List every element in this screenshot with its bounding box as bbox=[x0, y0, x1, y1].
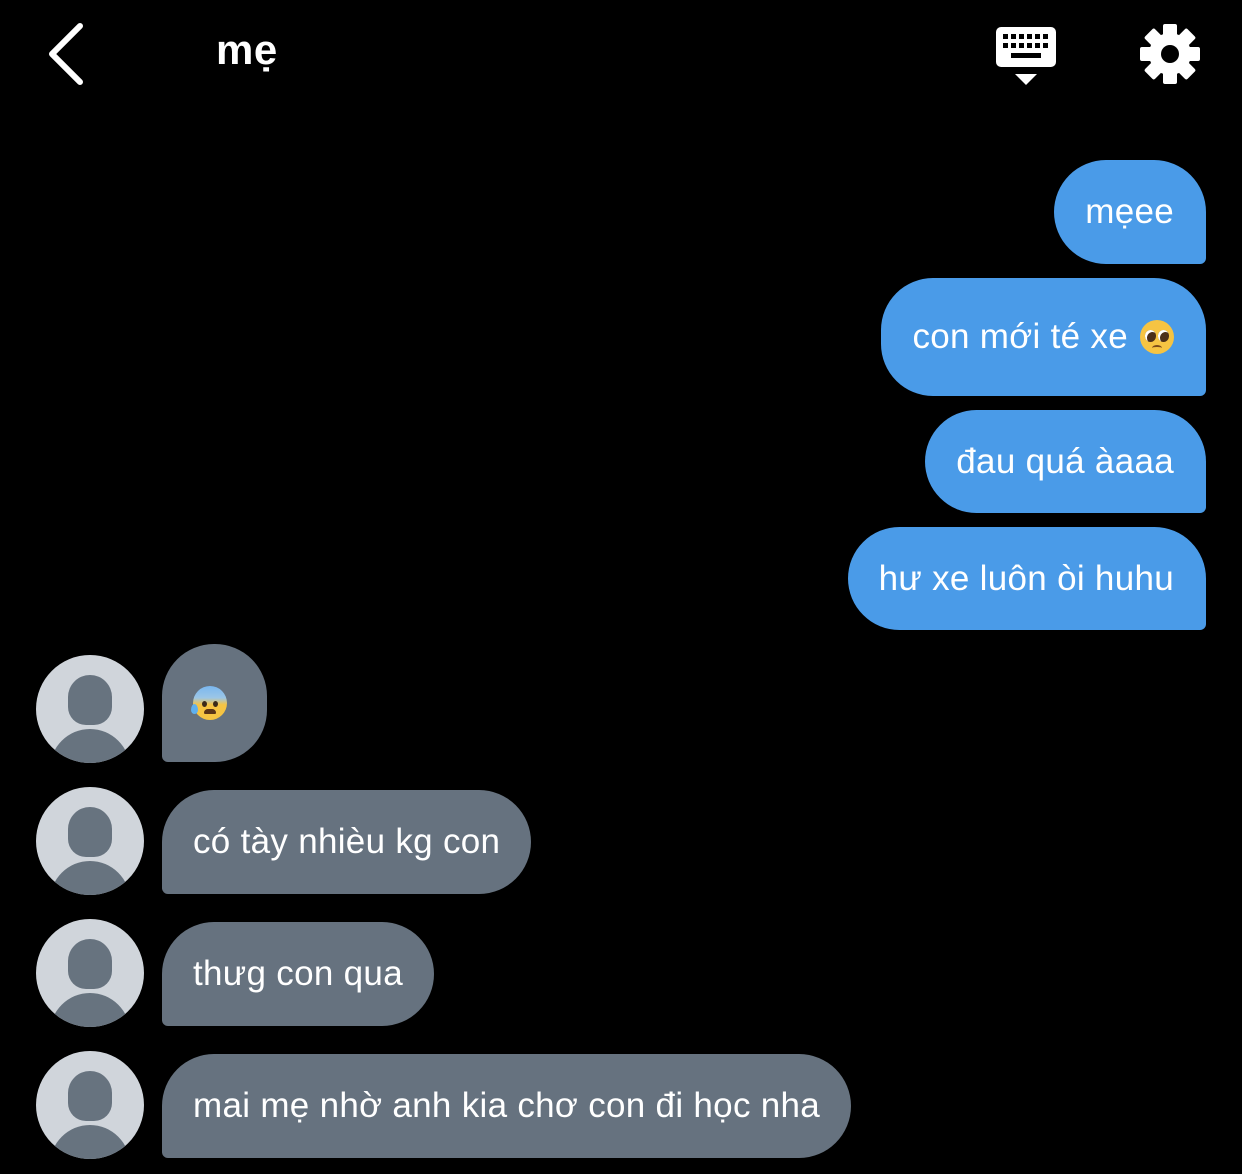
message-text: mai mẹ nhờ anh kia chơ con đi học nha bbox=[193, 1086, 821, 1125]
incoming-message[interactable]: có tày nhièu kg con bbox=[162, 790, 532, 894]
avatar[interactable] bbox=[36, 1051, 144, 1159]
incoming-message[interactable]: mai mẹ nhờ anh kia chơ con đi học nha bbox=[162, 1054, 852, 1158]
chat-title: mẹ bbox=[216, 26, 278, 73]
anxious-face-with-sweat-emoji bbox=[191, 686, 227, 720]
message-text: đau quá àaaa bbox=[956, 441, 1174, 481]
keyboard-hide-icon bbox=[996, 27, 1056, 85]
settings-button[interactable] bbox=[1138, 22, 1202, 86]
incoming-message[interactable] bbox=[162, 644, 267, 762]
message-text: con mới té xe bbox=[912, 317, 1128, 356]
chevron-left-icon bbox=[49, 23, 83, 85]
message-text: mẹee bbox=[1085, 192, 1174, 231]
gear-icon bbox=[1140, 24, 1200, 84]
outgoing-message[interactable]: con mới té xe bbox=[881, 278, 1206, 396]
outgoing-message[interactable]: đau quá àaaa bbox=[925, 410, 1206, 513]
chat-header: mẹ bbox=[0, 0, 1242, 110]
avatar[interactable] bbox=[36, 787, 144, 895]
avatar[interactable] bbox=[36, 655, 144, 763]
message-text: thưg con qua bbox=[193, 954, 403, 993]
outgoing-message[interactable]: mẹee bbox=[1054, 160, 1206, 264]
incoming-message[interactable]: thưg con qua bbox=[162, 922, 434, 1026]
outgoing-message[interactable]: hư xe luôn òi huhu bbox=[847, 527, 1206, 630]
avatar[interactable] bbox=[36, 919, 144, 1027]
hide-keyboard-button[interactable] bbox=[993, 24, 1059, 88]
back-button[interactable] bbox=[40, 18, 100, 88]
message-text: hư xe luôn òi huhu bbox=[878, 558, 1174, 598]
pleading-face-emoji bbox=[1140, 320, 1174, 354]
message-text: có tày nhièu kg con bbox=[193, 822, 501, 861]
